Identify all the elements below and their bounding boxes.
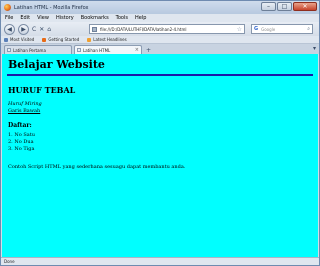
- menu-history[interactable]: History: [56, 15, 74, 21]
- bookmark-label: Getting Started: [48, 37, 80, 42]
- browser-window: Latihan HTML - Mozilla Firefox – □ ✕ Fil…: [0, 0, 320, 266]
- page-icon: [7, 48, 11, 52]
- underline-text: Garis Bawah: [8, 108, 41, 114]
- tab-label: Latihan Pertama: [13, 47, 46, 53]
- tab-list-button[interactable]: ▾: [313, 45, 316, 52]
- bookmark-label: Most Visited: [10, 37, 35, 42]
- page-content: Belajar Website HURUF TEBAL Huruf Miring…: [2, 54, 318, 257]
- stop-button[interactable]: ✕: [39, 26, 44, 33]
- tab-latihan-pertama[interactable]: Latihan Pertama: [4, 45, 72, 54]
- maximize-button[interactable]: □: [277, 2, 292, 11]
- menu-file[interactable]: File: [5, 15, 13, 21]
- title-bar: Latihan HTML - Mozilla Firefox – □ ✕: [1, 1, 319, 14]
- tab-latihan-html[interactable]: Latihan HTML ×: [74, 45, 142, 54]
- forward-button[interactable]: ▶: [18, 23, 29, 35]
- bookmark-star-icon[interactable]: ☆: [237, 26, 242, 33]
- home-button[interactable]: ⌂: [47, 26, 51, 33]
- firefox-icon: [4, 4, 11, 11]
- list-title: Daftar:: [8, 122, 32, 129]
- most-visited-icon: [4, 37, 8, 42]
- status-text: Done: [4, 259, 15, 264]
- rss-icon: [87, 37, 92, 42]
- list-item: 1. No Satu: [8, 132, 35, 138]
- tab-close-icon[interactable]: ×: [135, 47, 139, 53]
- search-input[interactable]: G Google ⌕: [251, 24, 313, 34]
- tab-strip: Latihan Pertama Latihan HTML × + ▾: [1, 44, 319, 54]
- menu-edit[interactable]: Edit: [20, 15, 30, 21]
- italic-text: Huruf Miring: [8, 101, 42, 107]
- bookmark-getting-started[interactable]: Getting Started: [42, 37, 79, 42]
- bookmark-latest-headlines[interactable]: Latest Headlines: [87, 37, 127, 42]
- url-text[interactable]: file:///D:/DATA/LUTHFI/DATA/latihan2-4.h…: [100, 27, 186, 32]
- window-title: Latihan HTML - Mozilla Firefox: [14, 4, 89, 11]
- status-bar: Done: [1, 257, 319, 265]
- menu-help[interactable]: Help: [135, 15, 146, 21]
- page-icon: [77, 48, 81, 52]
- bookmark-label: Latest Headlines: [93, 37, 127, 42]
- navigation-toolbar: ◀ ▶ C ✕ ⌂ file:///D:/DATA/LUTHFI/DATA/la…: [1, 22, 319, 36]
- window-controls: – □ ✕: [261, 2, 317, 11]
- page-title: Belajar Website: [8, 58, 105, 71]
- page-icon: [92, 26, 97, 32]
- menu-bookmarks[interactable]: Bookmarks: [81, 15, 109, 21]
- search-placeholder: Google: [261, 26, 276, 32]
- address-bar[interactable]: file:///D:/DATA/LUTHFI/DATA/latihan2-4.h…: [89, 24, 245, 34]
- list-item: 3. No Tiga: [8, 146, 35, 152]
- getting-started-icon: [42, 37, 47, 42]
- minimize-button[interactable]: –: [261, 2, 276, 11]
- ordered-list: 1. No Satu 2. No Dua 3. No Tiga: [8, 132, 35, 153]
- bookmarks-toolbar: Most Visited Getting Started Latest Head…: [1, 36, 319, 44]
- list-item: 2. No Dua: [8, 139, 34, 145]
- google-icon[interactable]: G: [254, 26, 258, 32]
- bold-heading: HURUF TEBAL: [8, 85, 76, 95]
- tab-label: Latihan HTML: [83, 47, 111, 53]
- bookmark-most-visited[interactable]: Most Visited: [4, 37, 34, 42]
- search-icon[interactable]: ⌕: [307, 26, 310, 32]
- back-button[interactable]: ◀: [4, 23, 15, 35]
- horizontal-rule: [7, 74, 313, 76]
- reload-button[interactable]: C: [32, 26, 36, 33]
- new-tab-button[interactable]: +: [146, 47, 151, 54]
- description-text: Contoh Script HTML yang sederhana sesuag…: [8, 164, 186, 170]
- close-button[interactable]: ✕: [293, 2, 317, 11]
- menu-bar: File Edit View History Bookmarks Tools H…: [1, 14, 319, 22]
- menu-view[interactable]: View: [37, 15, 49, 21]
- menu-tools[interactable]: Tools: [116, 15, 128, 21]
